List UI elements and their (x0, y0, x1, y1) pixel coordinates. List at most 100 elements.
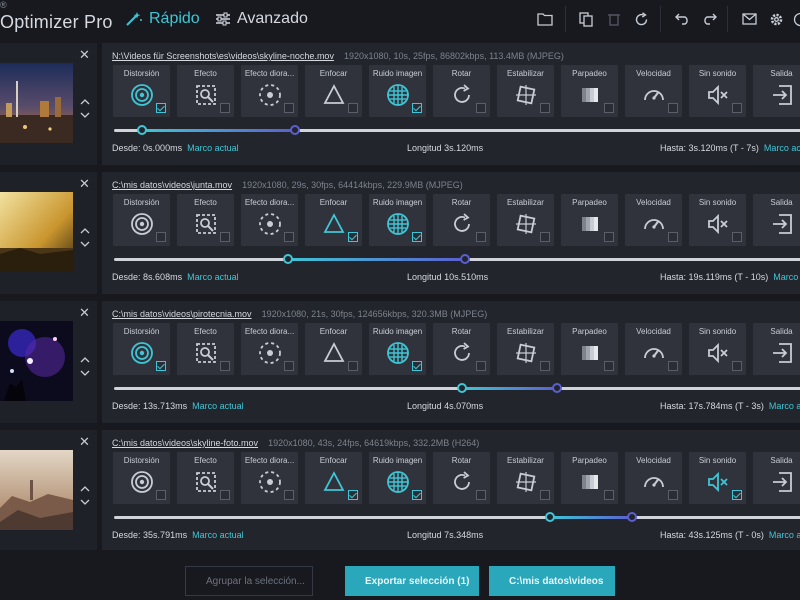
tile-output[interactable]: Salida (753, 452, 800, 504)
group-selection-button[interactable]: Agrupar la selección... (185, 566, 313, 596)
tile-checkbox[interactable] (476, 232, 486, 242)
mode-quick-button[interactable]: Rápido (125, 10, 200, 28)
tile-checkbox[interactable] (156, 232, 166, 242)
tile-checkbox[interactable] (412, 232, 422, 242)
tile-checkbox[interactable] (668, 103, 678, 113)
tile-checkbox[interactable] (284, 103, 294, 113)
tile-checkbox[interactable] (220, 103, 230, 113)
range-start-handle[interactable] (137, 125, 147, 135)
mode-advanced-button[interactable]: Avanzado (215, 10, 308, 28)
tile-stabilize[interactable]: Estabilizar (497, 452, 554, 504)
tile-checkbox[interactable] (476, 490, 486, 500)
set-end-current-frame-link[interactable]: Marco actual (769, 401, 800, 411)
tile-stabilize[interactable]: Estabilizar (497, 194, 554, 246)
settings-button[interactable] (765, 8, 787, 30)
remove-video-button[interactable]: ✕ (79, 47, 90, 63)
remove-video-button[interactable]: ✕ (79, 305, 90, 321)
tile-rotate[interactable]: Rotar (433, 323, 490, 375)
range-end-handle[interactable] (552, 383, 563, 393)
tile-sharpen[interactable]: Enfocar (305, 452, 362, 504)
range-end-handle[interactable] (289, 125, 300, 135)
file-path-link[interactable]: N:\Videos für Screenshots\es\videos\skyl… (112, 51, 334, 61)
range-end-handle[interactable] (627, 512, 637, 522)
tile-distortion[interactable]: Distorsión (113, 194, 170, 246)
remove-video-button[interactable]: ✕ (79, 176, 90, 192)
range-start-handle[interactable] (456, 383, 467, 393)
tile-stabilize[interactable]: Estabilizar (497, 65, 554, 117)
open-folder-button[interactable] (534, 8, 556, 30)
tile-checkbox[interactable] (476, 361, 486, 371)
tile-checkbox[interactable] (284, 232, 294, 242)
set-end-current-frame-link[interactable]: Marco actual (764, 143, 800, 153)
tile-checkbox[interactable] (412, 361, 422, 371)
move-down-icon[interactable] (80, 239, 90, 249)
undo-button[interactable] (671, 8, 693, 30)
set-start-current-frame-link[interactable]: Marco actual (192, 530, 244, 540)
tile-flicker[interactable]: Parpadeo (561, 194, 618, 246)
tile-checkbox[interactable] (668, 232, 678, 242)
tile-checkbox[interactable] (220, 490, 230, 500)
range-end-handle[interactable] (459, 254, 470, 264)
tile-checkbox[interactable] (668, 490, 678, 500)
range-slider[interactable] (114, 254, 800, 264)
tile-rotate[interactable]: Rotar (433, 65, 490, 117)
move-down-icon[interactable] (80, 497, 90, 507)
tile-checkbox[interactable] (540, 490, 550, 500)
tile-diorama[interactable]: Efecto diora... (241, 452, 298, 504)
tile-checkbox[interactable] (348, 490, 358, 500)
tile-checkbox[interactable] (540, 103, 550, 113)
video-thumbnail[interactable] (0, 192, 73, 272)
set-end-current-frame-link[interactable]: Marco actual (773, 272, 800, 282)
tile-checkbox[interactable] (284, 361, 294, 371)
move-up-icon[interactable] (80, 484, 90, 494)
tile-checkbox[interactable] (540, 361, 550, 371)
tile-checkbox[interactable] (156, 361, 166, 371)
tile-sharpen[interactable]: Enfocar (305, 65, 362, 117)
file-path-link[interactable]: C:\mis datos\videos\junta.mov (112, 180, 232, 190)
tile-diorama[interactable]: Efecto diora... (241, 323, 298, 375)
tile-checkbox[interactable] (732, 490, 742, 500)
tile-checkbox[interactable] (284, 490, 294, 500)
tile-checkbox[interactable] (412, 103, 422, 113)
tile-checkbox[interactable] (732, 232, 742, 242)
set-start-current-frame-link[interactable]: Marco actual (187, 143, 239, 153)
export-selection-button[interactable]: Exportar selección (1) (345, 566, 479, 596)
move-up-icon[interactable] (80, 226, 90, 236)
tile-diorama[interactable]: Efecto diora... (241, 65, 298, 117)
file-path-link[interactable]: C:\mis datos\videos\skyline-foto.mov (112, 438, 258, 448)
tile-checkbox[interactable] (156, 490, 166, 500)
tile-distortion[interactable]: Distorsión (113, 323, 170, 375)
tile-mute[interactable]: Sin sonido (689, 194, 746, 246)
tile-speed[interactable]: Velocidad (625, 452, 682, 504)
tile-denoise[interactable]: Ruido imagen (369, 65, 426, 117)
tile-checkbox[interactable] (604, 103, 614, 113)
tile-effect[interactable]: Efecto (177, 452, 234, 504)
tile-checkbox[interactable] (156, 103, 166, 113)
remove-video-button[interactable]: ✕ (79, 434, 90, 450)
tile-denoise[interactable]: Ruido imagen (369, 194, 426, 246)
delete-button[interactable] (603, 8, 625, 30)
tile-checkbox[interactable] (604, 361, 614, 371)
range-start-handle[interactable] (544, 512, 555, 522)
tile-output[interactable]: Salida (753, 323, 800, 375)
range-start-handle[interactable] (282, 254, 293, 264)
tile-flicker[interactable]: Parpadeo (561, 452, 618, 504)
range-slider[interactable] (114, 383, 800, 393)
tile-checkbox[interactable] (348, 232, 358, 242)
tile-checkbox[interactable] (604, 490, 614, 500)
tile-rotate[interactable]: Rotar (433, 194, 490, 246)
tile-speed[interactable]: Velocidad (625, 194, 682, 246)
file-path-link[interactable]: C:\mis datos\videos\pirotecnia.mov (112, 309, 252, 319)
redo-button[interactable] (698, 8, 720, 30)
tile-checkbox[interactable] (732, 103, 742, 113)
range-slider[interactable] (114, 512, 800, 522)
set-start-current-frame-link[interactable]: Marco actual (187, 272, 239, 282)
set-start-current-frame-link[interactable]: Marco actual (192, 401, 244, 411)
set-end-current-frame-link[interactable]: Marco actual (769, 530, 800, 540)
tile-checkbox[interactable] (732, 361, 742, 371)
video-thumbnail[interactable] (0, 450, 73, 530)
tile-checkbox[interactable] (412, 490, 422, 500)
tile-checkbox[interactable] (476, 103, 486, 113)
move-up-icon[interactable] (80, 97, 90, 107)
tile-sharpen[interactable]: Enfocar (305, 323, 362, 375)
